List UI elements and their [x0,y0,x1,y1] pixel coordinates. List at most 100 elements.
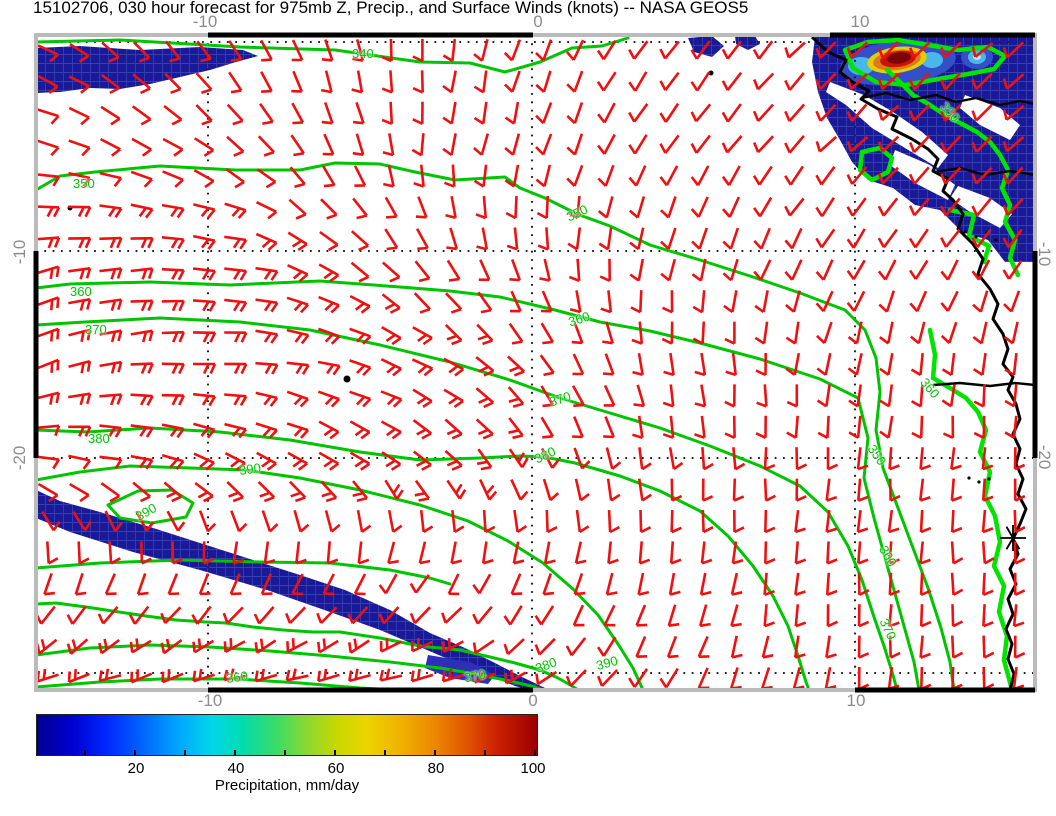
wind-barb [672,510,682,532]
wind-barb [848,198,866,216]
wind-barb [100,669,121,681]
wind-barb [569,259,579,281]
wind-barb [413,70,423,92]
wind-barb [756,353,766,375]
contour-label: 370 [85,322,107,337]
wind-barb [193,269,215,280]
wind-barb [383,263,400,282]
wind-barb [910,291,926,311]
wind-barb [603,354,614,375]
wind-barb [415,481,429,501]
wind-barb [200,511,215,532]
wind-barb [785,105,804,122]
wind-barb [288,453,307,470]
axis-tick-bottom: -10 [198,691,223,711]
wind-barb [607,573,617,594]
wind-barb [1014,667,1024,689]
wind-barb [572,417,583,437]
wind-barb [446,325,462,344]
wind-barb [386,197,397,217]
wind-barb [570,290,580,312]
wind-barb [859,636,869,658]
wind-barb [131,395,153,406]
wind-barb [355,574,366,594]
wind-barb [382,70,392,92]
wind-barb [259,136,274,155]
wind-barb [536,165,550,186]
wind-barb [663,416,673,438]
wind-barb [318,362,340,375]
wind-barb [106,574,117,594]
wind-barb [417,229,428,249]
wind-barb [633,353,643,375]
wind-barb [826,667,836,689]
wind-barb [352,71,362,93]
wind-barb [352,231,368,250]
wind-barb [290,482,305,501]
wind-barb [319,297,339,312]
wind-barb [162,269,184,280]
wind-barb [474,134,488,155]
contour-label: 380 [88,431,110,446]
axis-tick-right: -10 [1034,242,1054,267]
wind-barb [661,135,679,153]
wind-barb [99,238,121,248]
wind-barb [879,260,896,280]
wind-barb [536,639,555,655]
wind-barb [701,573,711,595]
wind-barb [662,322,672,344]
wind-barb [323,166,334,186]
wind-barb [787,416,798,438]
wind-barb [474,640,494,652]
wind-barb [849,353,862,374]
wind-barb [634,385,644,406]
wind-barb [445,165,455,187]
wind-barb [318,392,339,407]
wind-barb [257,169,275,187]
wind-barb [446,228,456,249]
contour-label: 340 [352,46,374,61]
wind-barb [224,395,246,406]
wind-barb [413,390,432,407]
wind-barb [605,605,616,625]
wind-barb [921,667,931,689]
wind-barb [755,322,767,344]
wind-barb [816,198,834,217]
wind-barb [131,425,153,437]
wind-barb [786,322,798,344]
wind-barb [632,322,642,344]
wind-barb [600,259,610,281]
wind-barb [692,72,710,90]
wind-barb [193,332,215,342]
wind-barb [942,322,957,343]
wind-barb [542,417,553,437]
wind-barb [984,636,994,658]
wind-barb [796,541,806,563]
wind-barb [100,206,122,218]
wind-barb [382,327,401,344]
wind-barb [703,479,713,501]
wind-barb [475,71,487,93]
wind-barb [536,103,551,124]
wind-barb [693,259,706,281]
wind-barb [723,41,741,58]
wind-barb [661,73,679,91]
colorbar-tick-label: 20 [128,760,145,777]
wind-barb [350,360,371,375]
wind-barb [68,238,90,248]
wind-barb [890,447,900,469]
wind-barb [385,229,397,249]
margin-mask [0,0,33,816]
wind-barb [69,669,89,682]
wind-barb [131,331,153,342]
wind-barb [260,104,273,124]
wind-barb [920,479,930,501]
wind-barb [477,419,493,438]
map-dot [963,230,966,233]
wind-barb [224,300,246,312]
wind-barb [1004,291,1019,312]
wind-barb [443,71,456,93]
wind-barb [734,479,744,501]
wind-barb [879,198,897,215]
wind-barb [699,668,710,688]
